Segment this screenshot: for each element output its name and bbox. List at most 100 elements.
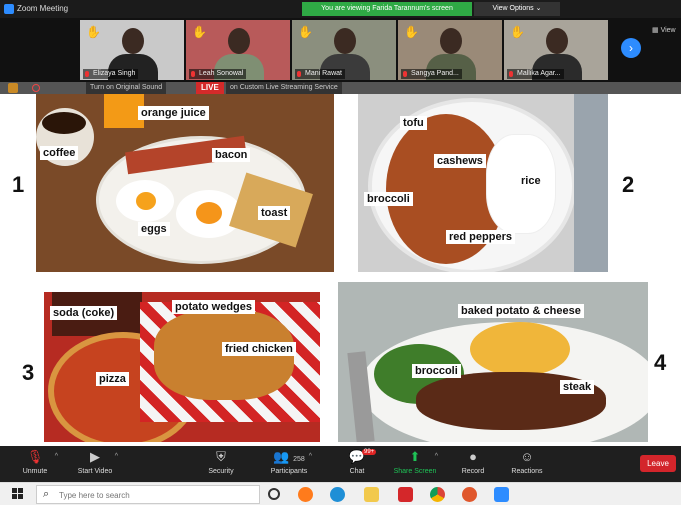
- gallery-view-label: View: [660, 27, 676, 34]
- napkin: [574, 94, 608, 272]
- security-label: Security: [208, 468, 234, 475]
- label-tofu: tofu: [400, 116, 427, 130]
- participants-button[interactable]: 👥 258 ^ Participants: [254, 449, 324, 475]
- label-fried-chicken: fried chicken: [222, 342, 296, 356]
- raised-hand-icon: ✋: [404, 25, 419, 39]
- gallery-view-button[interactable]: ▦ View: [652, 26, 676, 34]
- participant-name: Mani Rawat: [295, 69, 345, 79]
- muted-mic-icon: [509, 71, 513, 77]
- shield-icon[interactable]: [8, 83, 18, 93]
- chat-badge: 99+: [362, 449, 377, 455]
- chevron-up-icon[interactable]: ^: [309, 453, 312, 460]
- label-orange-juice: orange juice: [138, 106, 209, 120]
- start-video-button[interactable]: ▶ ^ Start Video: [60, 449, 130, 475]
- reactions-label: Reactions: [511, 468, 543, 475]
- meal-number-1: 1: [12, 172, 25, 197]
- record-indicator-icon: [32, 84, 40, 92]
- label-toast: toast: [258, 206, 291, 220]
- taskbar-search[interactable]: ⌕: [36, 485, 260, 504]
- record-label: Record: [461, 468, 485, 475]
- original-sound-toggle[interactable]: Turn on Original Sound: [86, 82, 167, 94]
- muted-mic-icon: [403, 71, 407, 77]
- label-soda: soda (coke): [50, 306, 118, 320]
- participant-tile[interactable]: ✋ Mani Rawat: [292, 20, 396, 80]
- screen-share-banner: You are viewing Farida Tarannum's screen: [302, 2, 472, 16]
- participants-count: 258: [293, 456, 305, 463]
- label-red-peppers: red peppers: [446, 230, 515, 244]
- live-stream-label: on Custom Live Streaming Service: [226, 82, 342, 94]
- participant-name: Mallika Agar...: [507, 69, 564, 79]
- participant-name: Leah Sonowal: [189, 69, 247, 79]
- label-coffee: coffee: [40, 146, 79, 160]
- title-bar: Zoom Meeting You are viewing Farida Tara…: [0, 0, 681, 18]
- task-view-icon[interactable]: [268, 488, 280, 500]
- security-button[interactable]: ⛨ Security: [186, 449, 256, 475]
- label-eggs: eggs: [138, 222, 170, 236]
- muted-mic-icon: [191, 71, 195, 77]
- participants-icon: 👥 258: [273, 449, 305, 464]
- meal-number-2: 2: [622, 172, 635, 197]
- edge-icon[interactable]: [330, 487, 345, 502]
- label-cashews: cashews: [434, 154, 486, 168]
- chevron-up-icon[interactable]: ^: [55, 453, 58, 460]
- zoom-logo-icon: [4, 4, 14, 14]
- coffee: [42, 112, 86, 134]
- label-steak: steak: [560, 380, 595, 394]
- participants-label: Participants: [270, 468, 308, 475]
- meal-1-image: orange juice coffee bacon eggs toast: [36, 94, 334, 272]
- participant-avatar: [228, 28, 250, 54]
- participant-avatar: [122, 28, 144, 54]
- label-broccoli: broccoli: [412, 364, 461, 378]
- meal-3-image: soda (coke) potato wedges fried chicken …: [44, 292, 320, 442]
- meal-2-image: tofu cashews rice broccoli red peppers: [358, 94, 608, 272]
- raised-hand-icon: ✋: [86, 25, 101, 39]
- label-rice: rice: [518, 174, 544, 188]
- reactions-button[interactable]: ☺ Reactions: [492, 449, 562, 475]
- file-explorer-icon[interactable]: [364, 487, 379, 502]
- chevron-up-icon[interactable]: ^: [115, 453, 118, 460]
- participant-gallery: ✋ Elizaya Singh ✋ Leah Sonowal ✋ Mani Ra…: [0, 18, 681, 82]
- participant-tile[interactable]: ✋ Sangya Pand...: [398, 20, 502, 80]
- label-pizza: pizza: [96, 372, 129, 386]
- meal-number-4: 4: [654, 350, 667, 375]
- muted-mic-icon: [85, 71, 89, 77]
- label-potato-wedges: potato wedges: [172, 300, 256, 314]
- next-page-icon[interactable]: ›: [621, 38, 641, 58]
- video-off-icon: ▶: [90, 449, 100, 464]
- unmute-label: Unmute: [22, 468, 48, 475]
- baked-potato: [470, 322, 570, 376]
- label-baked-potato: baked potato & cheese: [458, 304, 584, 318]
- shield-icon: ⛨: [216, 449, 226, 464]
- view-options-button[interactable]: View Options ⌄: [474, 2, 560, 16]
- zoom-taskbar-icon[interactable]: [494, 487, 509, 502]
- firefox-icon[interactable]: [298, 487, 313, 502]
- egg: [116, 180, 174, 222]
- raised-hand-icon: ✋: [298, 25, 313, 39]
- powerpoint-icon[interactable]: [462, 487, 477, 502]
- chat-label: Chat: [349, 468, 365, 475]
- raised-hand-icon: ✋: [192, 25, 207, 39]
- participant-tile[interactable]: ✋ Leah Sonowal: [186, 20, 290, 80]
- live-badge[interactable]: LIVE: [196, 82, 224, 94]
- participant-avatar: [334, 28, 356, 54]
- share-control-strip: Turn on Original Sound LIVE on Custom Li…: [0, 82, 681, 94]
- meal-number-3: 3: [22, 360, 35, 385]
- search-icon: ⌕: [43, 488, 50, 500]
- participant-tile[interactable]: ✋ Elizaya Singh: [80, 20, 184, 80]
- participant-avatar: [546, 28, 568, 54]
- windows-start-icon[interactable]: [12, 488, 24, 500]
- search-input[interactable]: [59, 489, 249, 501]
- participant-tile[interactable]: ✋ Mallika Agar...: [504, 20, 608, 80]
- acrobat-icon[interactable]: [398, 487, 413, 502]
- participant-name: Sangya Pand...: [401, 69, 462, 79]
- windows-taskbar: ⌕: [0, 482, 681, 505]
- label-broccoli: broccoli: [364, 192, 413, 206]
- window-title: Zoom Meeting: [17, 4, 69, 13]
- chrome-icon[interactable]: [430, 487, 445, 502]
- participant-name: Elizaya Singh: [83, 69, 139, 79]
- share-screen-label: Share Screen: [393, 468, 437, 475]
- participant-avatar: [440, 28, 462, 54]
- leave-button[interactable]: Leave: [640, 455, 676, 472]
- start-video-label: Start Video: [77, 468, 113, 475]
- raised-hand-icon: ✋: [510, 25, 525, 39]
